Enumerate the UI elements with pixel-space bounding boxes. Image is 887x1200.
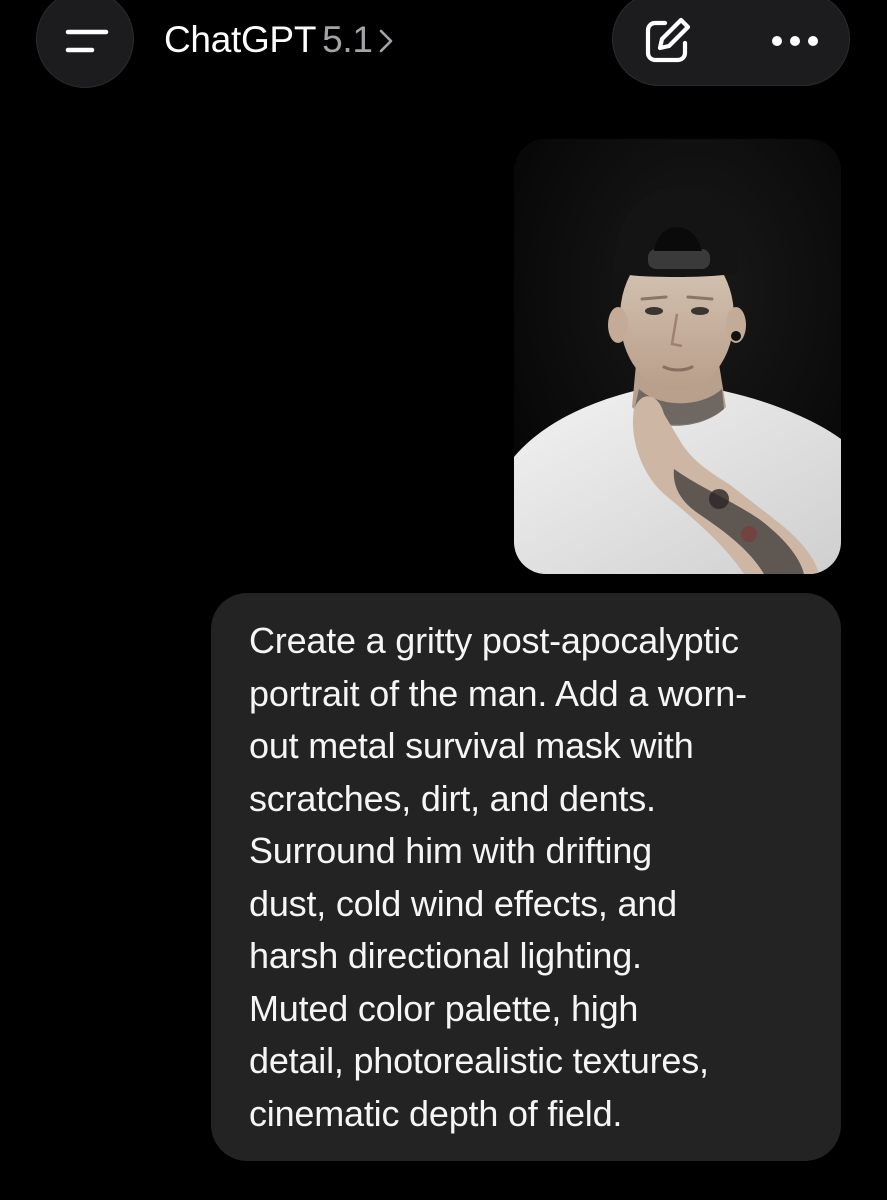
- user-image-attachment[interactable]: [514, 139, 841, 574]
- compose-icon[interactable]: [641, 15, 693, 67]
- model-selector[interactable]: ChatGPT 5.1: [164, 18, 395, 62]
- message-line: cinematic depth of field.: [249, 1092, 623, 1134]
- model-version: 5.1: [322, 19, 373, 60]
- message-line: portrait of the man. Add a worn-: [249, 672, 747, 714]
- chat-screen: ChatGPT 5.1 Create a gritty post-apocaly…: [0, 0, 887, 1200]
- portrait-photo: [514, 139, 841, 574]
- chevron-right-icon: [379, 29, 392, 53]
- message-line: dust, cold wind effects, and: [249, 882, 677, 924]
- hamburger-icon: [65, 29, 109, 53]
- message-line: out metal survival mask with: [249, 725, 694, 766]
- message-line: scratches, dirt, and dents.: [249, 777, 656, 819]
- message-line: Create a gritty post-apocalyptic: [249, 620, 739, 661]
- model-name: ChatGPT: [164, 19, 317, 60]
- message-line: Surround him with drifting: [249, 830, 652, 871]
- message-line: Muted color palette, high: [249, 987, 639, 1029]
- header-actions: [612, 0, 850, 86]
- ellipsis-icon[interactable]: [769, 23, 821, 59]
- message-line: detail, photorealistic textures,: [249, 1040, 709, 1081]
- sidebar-menu-button[interactable]: [36, 0, 134, 88]
- message-line: harsh directional lighting.: [249, 935, 642, 976]
- user-message-bubble: Create a gritty post-apocalyptic portrai…: [211, 593, 841, 1161]
